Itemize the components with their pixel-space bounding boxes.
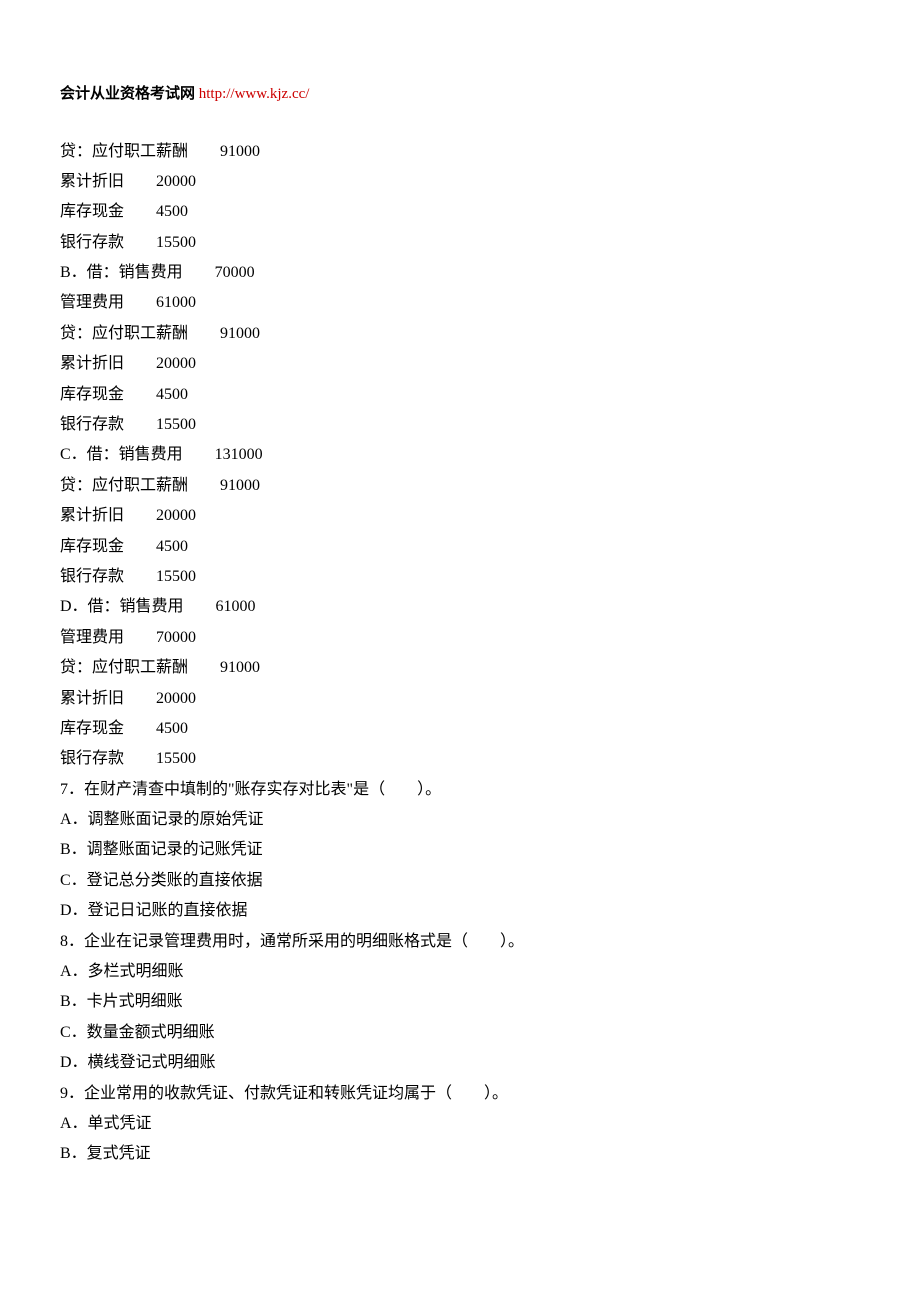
text-line: 银行存款 15500	[60, 228, 860, 258]
text-line: B．复式凭证	[60, 1139, 860, 1169]
text-line: 库存现金 4500	[60, 380, 860, 410]
text-line: A．单式凭证	[60, 1109, 860, 1139]
page-header: 会计从业资格考试网 http://www.kjz.cc/	[60, 80, 860, 109]
text-line: 贷：应付职工薪酬 91000	[60, 653, 860, 683]
text-line: 贷：应付职工薪酬 91000	[60, 319, 860, 349]
text-line: 贷：应付职工薪酬 91000	[60, 137, 860, 167]
text-line: 累计折旧 20000	[60, 501, 860, 531]
text-line: B．调整账面记录的记账凭证	[60, 835, 860, 865]
text-line: 7．在财产清查中填制的"账存实存对比表"是（ ）。	[60, 775, 860, 805]
document-content: 贷：应付职工薪酬 91000 累计折旧 20000 库存现金 4500 银行存款…	[60, 137, 860, 1170]
text-line: 8．企业在记录管理费用时，通常所采用的明细账格式是（ ）。	[60, 927, 860, 957]
text-line: B．卡片式明细账	[60, 987, 860, 1017]
text-line: D．登记日记账的直接依据	[60, 896, 860, 926]
text-line: D．横线登记式明细账	[60, 1048, 860, 1078]
text-line: 银行存款 15500	[60, 562, 860, 592]
text-line: A．调整账面记录的原始凭证	[60, 805, 860, 835]
text-line: 贷：应付职工薪酬 91000	[60, 471, 860, 501]
text-line: 累计折旧 20000	[60, 684, 860, 714]
text-line: 银行存款 15500	[60, 744, 860, 774]
text-line: D．借：销售费用 61000	[60, 592, 860, 622]
text-line: 管理费用 70000	[60, 623, 860, 653]
text-line: 库存现金 4500	[60, 714, 860, 744]
text-line: C．数量金额式明细账	[60, 1018, 860, 1048]
text-line: B．借：销售费用 70000	[60, 258, 860, 288]
text-line: 9．企业常用的收款凭证、付款凭证和转账凭证均属于（ ）。	[60, 1079, 860, 1109]
text-line: C．登记总分类账的直接依据	[60, 866, 860, 896]
text-line: 累计折旧 20000	[60, 167, 860, 197]
text-line: 库存现金 4500	[60, 197, 860, 227]
site-title: 会计从业资格考试网	[60, 86, 195, 102]
text-line: A．多栏式明细账	[60, 957, 860, 987]
text-line: C．借：销售费用 131000	[60, 440, 860, 470]
text-line: 银行存款 15500	[60, 410, 860, 440]
text-line: 库存现金 4500	[60, 532, 860, 562]
text-line: 累计折旧 20000	[60, 349, 860, 379]
text-line: 管理费用 61000	[60, 288, 860, 318]
site-link[interactable]: http://www.kjz.cc/	[199, 86, 310, 102]
